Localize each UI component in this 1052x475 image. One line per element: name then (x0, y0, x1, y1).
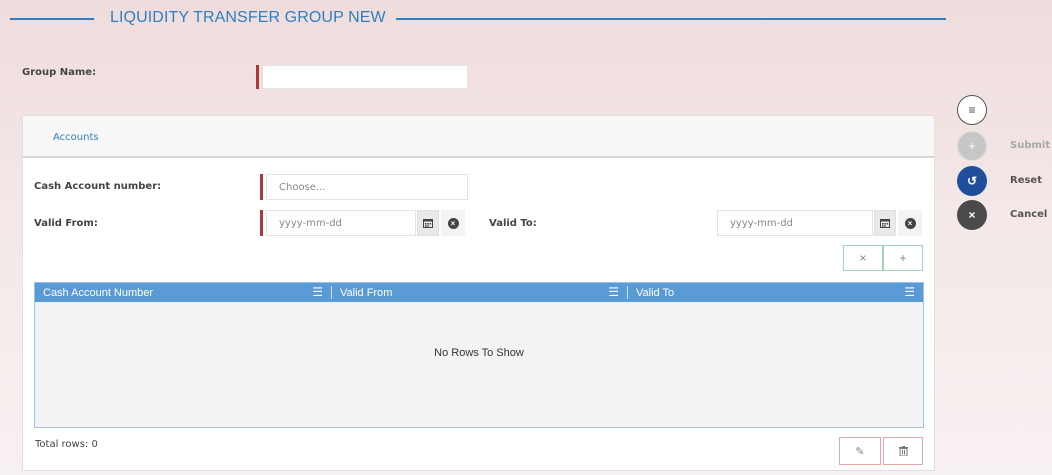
cash-account-select[interactable]: Choose... (266, 174, 468, 200)
add-row-button[interactable]: + (883, 245, 923, 271)
valid-to-label: Valid To: (489, 218, 537, 229)
required-indicator (260, 174, 263, 200)
tab-accounts[interactable]: Accounts (53, 132, 99, 143)
menu-icon[interactable]: ≡ (957, 95, 987, 125)
calendar-icon[interactable] (874, 210, 896, 236)
menu-icon[interactable]: ☰ (608, 285, 619, 299)
edit-button[interactable]: ✎ (839, 437, 881, 465)
submit-button[interactable]: + (957, 131, 987, 161)
valid-to-input[interactable]: yyyy-mm-dd (717, 210, 873, 236)
column-valid-from[interactable]: Valid From ☰ (332, 283, 627, 302)
group-name-label: Group Name: (22, 67, 97, 78)
title-rule-right (396, 18, 946, 20)
valid-from-label: Valid From: (34, 218, 98, 229)
required-indicator (260, 210, 263, 236)
cancel-button[interactable]: × (957, 200, 987, 230)
page-title-bar: LIQUIDITY TRANSFER GROUP NEW (10, 8, 946, 30)
total-rows: Total rows: 0 (35, 439, 98, 450)
panel-tab-bar: Accounts (23, 116, 934, 158)
column-header-label: Valid From (340, 286, 393, 299)
group-name-input[interactable] (262, 65, 468, 89)
column-header-label: Cash Account Number (43, 286, 154, 299)
grid-header: Cash Account Number ☰ Valid From ☰ Valid… (35, 283, 923, 302)
reset-button[interactable]: ↺ (957, 166, 987, 196)
calendar-icon[interactable] (417, 210, 439, 236)
cancel-label[interactable]: Cancel (1010, 209, 1047, 220)
cash-account-label: Cash Account number: (34, 181, 162, 192)
submit-label[interactable]: Submit (1010, 140, 1050, 151)
required-indicator (256, 65, 259, 89)
page-title: LIQUIDITY TRANSFER GROUP NEW (110, 9, 386, 26)
empty-grid-message: No Rows To Show (434, 347, 524, 359)
reset-label[interactable]: Reset (1010, 175, 1042, 186)
clear-row-button[interactable]: × (843, 245, 883, 271)
pencil-icon: ✎ (855, 445, 865, 458)
column-header-label: Valid To (636, 286, 675, 299)
clear-icon[interactable]: × (441, 210, 465, 236)
accounts-grid: Cash Account Number ☰ Valid From ☰ Valid… (34, 282, 924, 428)
accounts-panel: Accounts Cash Account number: Choose... … (22, 115, 935, 471)
column-cash-account-number[interactable]: Cash Account Number ☰ (35, 283, 331, 302)
clear-icon[interactable]: × (898, 210, 922, 236)
delete-button[interactable] (883, 437, 923, 465)
menu-icon[interactable]: ☰ (904, 285, 915, 299)
valid-from-input[interactable]: yyyy-mm-dd (266, 210, 416, 236)
title-rule-left (10, 18, 94, 20)
column-valid-to[interactable]: Valid To ☰ (628, 283, 923, 302)
menu-icon[interactable]: ☰ (312, 285, 323, 299)
trash-icon (898, 446, 908, 456)
